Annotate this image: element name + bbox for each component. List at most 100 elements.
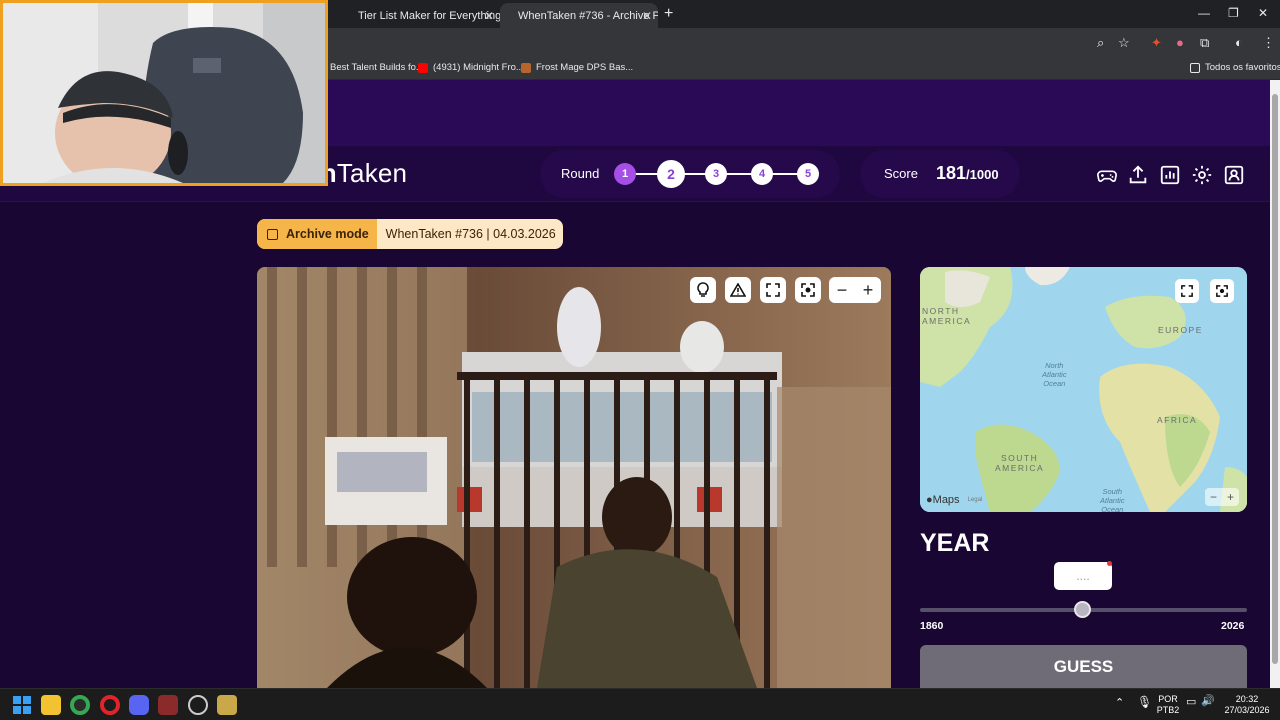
profile-icon[interactable] (1223, 164, 1245, 186)
focus-icon (801, 283, 815, 297)
year-slider-thumb[interactable] (1074, 601, 1092, 618)
hint-button[interactable] (690, 277, 716, 303)
year-min-label: 1860 (920, 620, 944, 632)
chrome-icon[interactable] (70, 695, 90, 715)
settings-icon[interactable] (1191, 164, 1213, 186)
maps-brand: Maps (932, 494, 960, 506)
map-label-north-atlantic: North Atlantic Ocean (1042, 361, 1067, 388)
bookmark-folder-label: Todos os favoritos (1205, 62, 1280, 73)
tab-tier-list[interactable]: Tier List Maker for Everything - ✕ (340, 3, 500, 28)
round-dot-1: 1 (614, 163, 636, 185)
year-value: .... (1076, 569, 1090, 583)
discord-icon[interactable] (129, 695, 149, 715)
close-tab-icon[interactable]: ✕ (484, 9, 494, 23)
volume-icon[interactable]: 🔊 (1201, 696, 1215, 707)
warning-icon (730, 283, 746, 297)
app-icon[interactable] (188, 695, 208, 715)
map-label-africa: AFRICA (1157, 415, 1198, 425)
media-app-icon[interactable] (158, 695, 178, 715)
bookmark-item[interactable]: Best Talent Builds fo... (330, 62, 424, 73)
map-zoom-in-icon[interactable]: + (1227, 490, 1234, 504)
guess-button[interactable]: GUESS (920, 645, 1247, 688)
clock-time: 20:32 (1235, 694, 1259, 704)
tab-title: WhenTaken #736 - Archive Puz (518, 9, 658, 22)
bookmark-label: Frost Mage DPS Bas... (536, 62, 634, 73)
tray-expand-icon[interactable]: ⌃ (1115, 698, 1124, 709)
year-title: YEAR (920, 529, 990, 557)
report-button[interactable] (725, 277, 751, 303)
apple-maps-logo: ● Maps Legal (926, 494, 982, 506)
microphone-icon[interactable]: 🎙 (1137, 696, 1152, 708)
round-dot-3: 3 (705, 163, 727, 185)
webcam-feed-image (3, 3, 325, 183)
puzzle-info: WhenTaken #736 | 04.03.2026 (385, 227, 556, 241)
fullscreen-button[interactable] (760, 277, 786, 303)
map-recenter-button[interactable] (1210, 279, 1234, 303)
score-label: Score (884, 166, 918, 181)
close-window-icon[interactable]: ✕ (1258, 6, 1268, 20)
round-dot-4: 4 (751, 163, 773, 185)
recenter-button[interactable] (795, 277, 821, 303)
zoom-out-icon[interactable]: − (837, 280, 848, 301)
opera-icon[interactable] (100, 695, 120, 715)
logo-light-text: Taken (336, 158, 408, 188)
fullscreen-icon (766, 283, 780, 297)
map-label-north-america: NORTH AMERICA (922, 306, 972, 326)
network-icon[interactable]: ▭ (1186, 697, 1196, 708)
windows-start-icon[interactable] (12, 695, 32, 715)
calendar-icon (267, 228, 278, 240)
minimize-icon[interactable]: — (1198, 6, 1210, 20)
guess-photo[interactable]: − + (257, 267, 891, 688)
map-label-south-america: SOUTH AMERICA (995, 453, 1045, 473)
stats-icon[interactable] (1159, 164, 1181, 186)
bookmark-label: (4931) Midnight Fro... (433, 62, 524, 73)
round-label: Round (561, 166, 600, 181)
restore-icon[interactable]: ❐ (1228, 6, 1239, 20)
lightbulb-icon (697, 282, 709, 297)
league-of-legends-icon[interactable] (217, 695, 237, 715)
clock[interactable]: 20:32 27/03/2026 (1222, 694, 1272, 716)
page-scrollbar[interactable] (1270, 80, 1280, 688)
apple-logo-icon: ● (926, 494, 933, 506)
bookmark-item[interactable]: Frost Mage DPS Bas... (521, 62, 633, 73)
fullscreen-icon (1181, 285, 1193, 297)
notification-dot (1107, 561, 1112, 566)
bookmark-label: Best Talent Builds fo... (330, 62, 424, 73)
map-label-europe: EUROPE (1158, 325, 1203, 335)
all-bookmarks-folder[interactable]: Todos os favoritos (1190, 62, 1280, 73)
close-tab-icon[interactable]: ✕ (642, 9, 652, 23)
score-max: /1000 (966, 167, 999, 182)
photo-zoom-controls: − + (829, 277, 881, 303)
world-map[interactable]: NORTH AMERICA EUROPE AFRICA SOUTH AMERIC… (920, 267, 1247, 512)
maps-legal-link[interactable]: Legal (968, 497, 983, 503)
windows-taskbar: ⌃ 🎙 POR PTB2 ▭ 🔊 20:32 27/03/2026 (0, 688, 1280, 720)
new-tab-icon[interactable]: + (664, 5, 673, 23)
extension-icon[interactable]: ● (1176, 35, 1184, 50)
extensions-puzzle-icon[interactable]: ⧉ (1200, 35, 1209, 51)
archive-mode-label: Archive mode (286, 227, 369, 241)
tab-whentaken[interactable]: WhenTaken #736 - Archive Puz ✕ (500, 3, 658, 28)
language-code: POR (1158, 694, 1178, 704)
scrollbar-thumb[interactable] (1272, 94, 1278, 664)
year-max-label: 2026 (1221, 620, 1245, 632)
gamepad-icon[interactable] (1096, 164, 1118, 186)
bookmark-favicon-icon (521, 62, 531, 73)
file-explorer-icon[interactable] (41, 695, 61, 715)
archive-mode-badge[interactable]: Archive mode (257, 219, 377, 249)
browser-menu-icon[interactable]: ⋮ (1262, 35, 1275, 51)
share-icon[interactable] (1127, 164, 1149, 186)
year-value-bubble: .... (1054, 561, 1112, 590)
zoom-in-icon[interactable]: + (863, 280, 874, 301)
profile-avatar-icon[interactable]: ◐ (1235, 35, 1243, 50)
zoom-icon[interactable]: ⌕ (1097, 35, 1104, 51)
bookmark-item[interactable]: (4931) Midnight Fro... (418, 62, 524, 73)
map-zoom-out-icon[interactable]: − (1210, 490, 1217, 504)
focus-icon (1216, 285, 1228, 297)
clock-date: 27/03/2026 (1224, 705, 1270, 715)
bookmark-star-icon[interactable]: ☆ (1118, 35, 1130, 51)
extension-icon[interactable]: ✦ (1151, 35, 1162, 51)
street-photo-image (257, 267, 891, 688)
map-zoom-controls: − + (1205, 488, 1239, 506)
language-indicator[interactable]: POR PTB2 (1155, 694, 1181, 716)
map-fullscreen-button[interactable] (1175, 279, 1199, 303)
